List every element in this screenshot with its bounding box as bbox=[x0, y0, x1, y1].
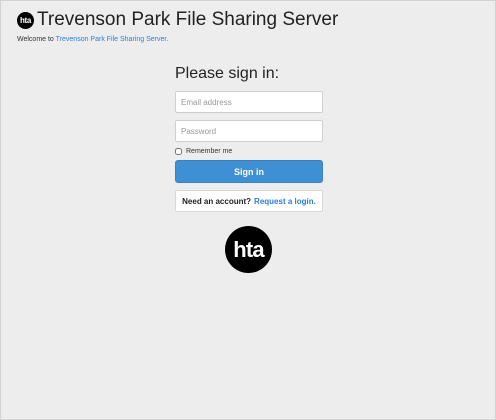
hta-logo-small: hta bbox=[17, 11, 34, 29]
welcome-link[interactable]: Trevenson Park File Sharing Server. bbox=[56, 36, 169, 43]
remember-me[interactable]: Remember me bbox=[175, 148, 323, 155]
title-row: hta Trevenson Park File Sharing Server bbox=[17, 9, 338, 31]
welcome-text: Welcome to Trevenson Park File Sharing S… bbox=[17, 36, 338, 43]
account-prompt: Need an account? bbox=[182, 196, 252, 206]
remember-me-checkbox[interactable] bbox=[175, 148, 182, 155]
signin-form: Please sign in: Remember me Sign in Need… bbox=[175, 65, 323, 212]
request-account-box: Need an account? Request a login. bbox=[175, 190, 323, 212]
password-field[interactable] bbox=[175, 120, 323, 142]
remember-me-label: Remember me bbox=[186, 148, 233, 155]
sign-in-button[interactable]: Sign in bbox=[175, 160, 323, 183]
hta-logo-large: hta bbox=[225, 226, 272, 273]
site-title: Trevenson Park File Sharing Server bbox=[37, 9, 339, 30]
welcome-prefix: Welcome to bbox=[17, 36, 54, 43]
email-field[interactable] bbox=[175, 91, 323, 113]
signin-heading: Please sign in: bbox=[175, 65, 280, 82]
page-header: hta Trevenson Park File Sharing Server W… bbox=[17, 9, 338, 43]
request-login-link[interactable]: Request a login. bbox=[254, 197, 316, 206]
